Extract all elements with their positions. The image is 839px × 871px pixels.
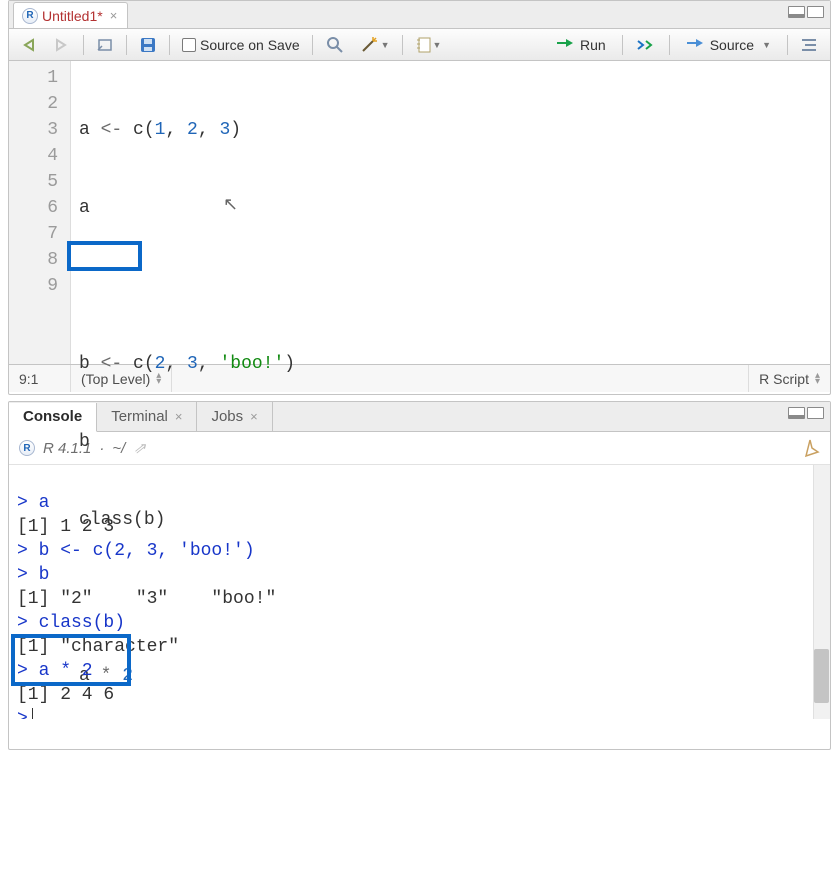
editor-toolbar: Source on Save ▼ ▼ Run Source ▼ — [9, 29, 830, 61]
rerun-button[interactable] — [631, 33, 661, 57]
highlight-box-editor — [67, 241, 142, 271]
code-content[interactable]: a <- c(1, 2, 3) a b <- c(2, 3, 'boo!') b… — [71, 61, 295, 364]
nav-back-button[interactable] — [17, 33, 43, 57]
pane-window-controls — [788, 6, 824, 18]
r-file-icon: R — [22, 8, 38, 24]
find-button[interactable] — [321, 33, 349, 57]
notebook-button[interactable]: ▼ — [411, 33, 446, 57]
mouse-cursor-icon: ↖ — [223, 193, 238, 219]
editor-tabbar: R Untitled1* × — [9, 1, 830, 29]
console-cursor — [32, 708, 33, 719]
maximize-pane-icon[interactable] — [807, 6, 824, 18]
close-icon[interactable]: × — [172, 409, 183, 424]
minimize-pane-icon[interactable] — [788, 6, 805, 18]
close-icon[interactable]: × — [247, 409, 258, 424]
nav-fwd-button[interactable] — [49, 33, 75, 57]
line-number-gutter: 1 2 3 4 5 6 7 8 9 — [9, 61, 71, 364]
source-on-save-checkbox[interactable]: Source on Save — [178, 33, 304, 57]
minimize-pane-icon[interactable] — [788, 407, 805, 419]
wand-button[interactable]: ▼ — [355, 33, 394, 57]
clear-console-icon[interactable] — [800, 438, 820, 458]
r-logo-icon: R — [19, 440, 35, 456]
tab-terminal[interactable]: Terminal× — [97, 402, 197, 431]
open-in-window-button[interactable] — [92, 33, 118, 57]
source-button[interactable]: Source ▼ — [678, 33, 779, 57]
close-icon[interactable]: × — [107, 8, 118, 23]
run-button[interactable]: Run — [548, 33, 614, 57]
console-scrollbar[interactable] — [813, 465, 830, 719]
console-tabbar: Console Terminal× Jobs× — [9, 402, 830, 432]
cursor-position: 9:1 — [9, 365, 71, 392]
console-output[interactable]: > a [1] 1 2 3 > b <- c(2, 3, 'boo!') > b… — [9, 465, 830, 719]
outline-button[interactable] — [796, 33, 822, 57]
tab-jobs[interactable]: Jobs× — [197, 402, 272, 431]
tab-console[interactable]: Console — [9, 403, 97, 432]
save-button[interactable] — [135, 33, 161, 57]
editor-pane: R Untitled1* × Source on Save — [8, 0, 831, 395]
editor-tab-title: Untitled1* — [42, 8, 103, 24]
code-editor[interactable]: 1 2 3 4 5 6 7 8 9 a <- c(1, 2, 3) a b <-… — [9, 61, 830, 364]
editor-tab[interactable]: R Untitled1* × — [13, 2, 128, 28]
pane-window-controls — [788, 407, 824, 419]
language-selector[interactable]: R Script ▴▾ — [748, 365, 830, 392]
scrollbar-thumb[interactable] — [814, 649, 829, 703]
maximize-pane-icon[interactable] — [807, 407, 824, 419]
